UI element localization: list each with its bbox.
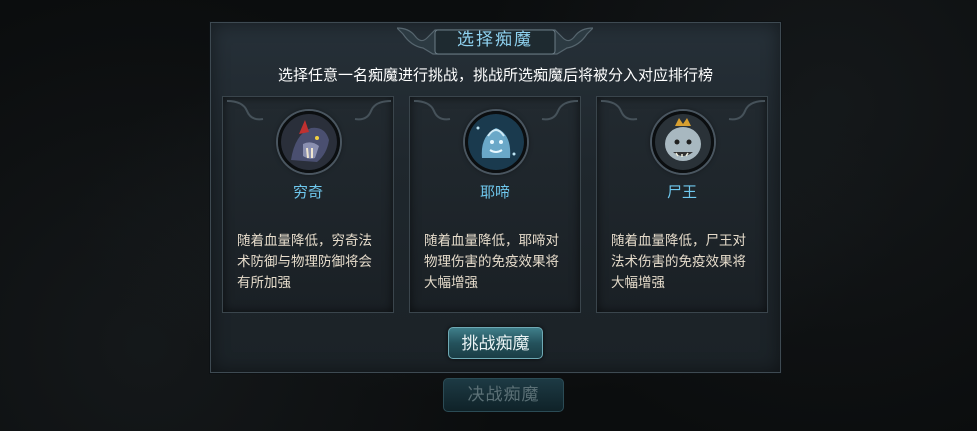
final-battle-button[interactable]: 决战痴魔 — [443, 378, 564, 412]
dialog-title-plate: 选择痴魔 — [397, 24, 593, 56]
card-description: 随着血量降低，穷奇法术防御与物理防御将会有所加强 — [237, 233, 372, 291]
dialog-subtitle: 选择任意一名痴魔进行挑战，挑战所选痴魔后将被分入对应排行榜 — [277, 66, 713, 84]
card-name: 穷奇 — [292, 183, 323, 201]
card-description: 随着血量降低，耶啼对物理伤害的免疫效果将大幅增强 — [424, 233, 559, 291]
dialog-title: 选择痴魔 — [457, 30, 533, 50]
qiongqi-portrait-icon — [278, 111, 340, 173]
card-name: 尸王 — [666, 183, 697, 201]
challenge-demon-button[interactable]: 挑战痴魔 — [448, 327, 543, 359]
card-description: 随着血量降低，尸王对法术伤害的免疫效果将大幅增强 — [611, 233, 746, 291]
demon-card-yeti[interactable]: 耶啼 随着血量降低，耶啼对物理伤害的免疫效果将大幅增强 — [409, 96, 581, 313]
yeti-portrait-icon — [465, 111, 527, 173]
demon-card-qiongqi[interactable]: 穷奇 随着血量降低，穷奇法术防御与物理防御将会有所加强 — [222, 96, 394, 313]
demon-card-zombie-king[interactable]: 尸王 随着血量降低，尸王对法术伤害的免疫效果将大幅增强 — [596, 96, 768, 313]
card-name: 耶啼 — [479, 183, 510, 201]
zombie-king-portrait-icon — [652, 111, 714, 173]
